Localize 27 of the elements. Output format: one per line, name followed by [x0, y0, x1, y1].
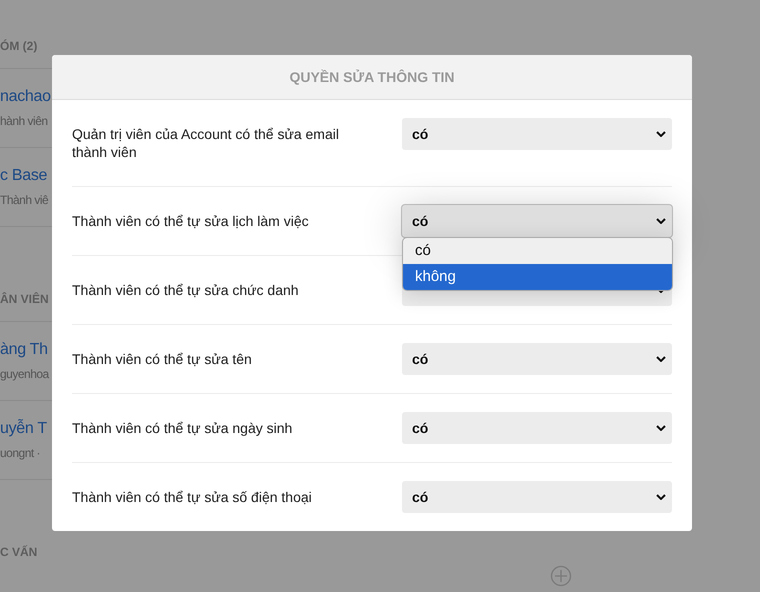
- person-role: guyenhoa: [0, 366, 50, 383]
- select-field[interactable]: có: [402, 205, 672, 237]
- chevron-down-icon: [656, 356, 666, 362]
- person-role: Thành viê: [0, 192, 50, 209]
- person-role: hành viên: [0, 113, 49, 130]
- dialog-title: QUYỀN SỬA THÔNG TIN: [289, 69, 455, 85]
- chevron-down-icon: [656, 131, 666, 137]
- dropdown-option[interactable]: không: [403, 264, 672, 290]
- section-heading: ÂN VIÊN: [0, 291, 50, 308]
- setting-label: Thành viên có thể tự sửa ngày sinh: [72, 419, 294, 437]
- dropdown-option[interactable]: có: [403, 238, 672, 264]
- select-field[interactable]: có: [402, 343, 672, 375]
- add-icon[interactable]: [550, 565, 572, 587]
- chevron-down-icon: [656, 218, 666, 224]
- setting-label: Thành viên có thể tự sửa tên: [72, 350, 253, 368]
- section-heading: ÓM (2): [0, 38, 38, 55]
- person-role: uongnt ·: [0, 445, 42, 462]
- select-field[interactable]: có: [402, 118, 672, 150]
- select-field[interactable]: có: [402, 481, 672, 513]
- section-heading: C VẤN: [0, 544, 38, 561]
- select-field[interactable]: có: [402, 412, 672, 444]
- chevron-down-icon: [656, 425, 666, 431]
- setting-label: Thành viên có thể tự sửa chức danh: [72, 281, 300, 299]
- setting-label: Thành viên có thể tự sửa số điện thoại: [72, 488, 313, 506]
- chevron-down-icon: [656, 494, 666, 500]
- setting-label: Thành viên có thể tự sửa lịch làm việc: [72, 212, 310, 230]
- setting-label: Quản trị viên của Account có thể sửa email thành viên: [72, 125, 340, 161]
